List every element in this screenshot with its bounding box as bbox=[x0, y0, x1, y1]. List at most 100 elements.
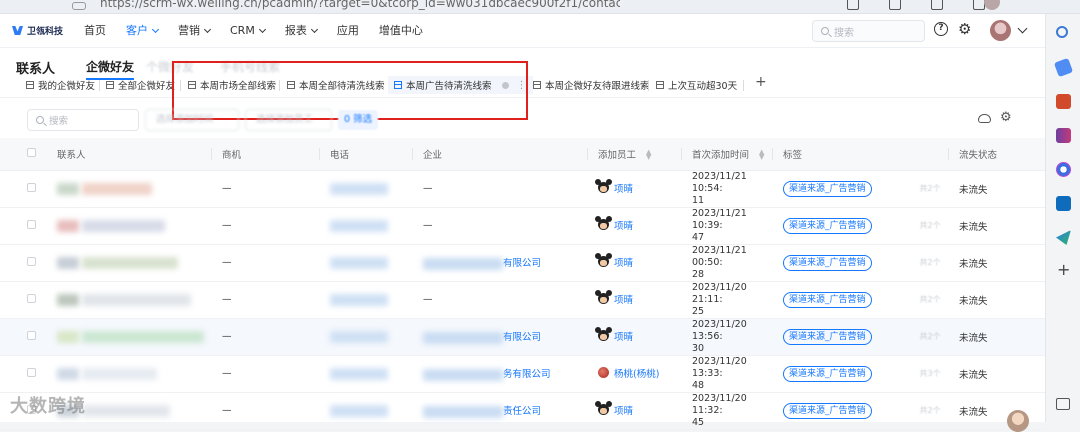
help-icon[interactable]: ? bbox=[934, 22, 948, 36]
staff-name[interactable]: 项晴 bbox=[614, 181, 633, 195]
search-icon[interactable] bbox=[1056, 26, 1068, 38]
add-view-icon[interactable]: + bbox=[755, 74, 767, 90]
nav-value-added[interactable]: 增值中心 bbox=[369, 14, 433, 48]
col-staff[interactable]: 添加员工 ▲ ▼ bbox=[588, 138, 682, 171]
staff-cell[interactable]: 项晴 bbox=[588, 244, 682, 282]
staff-cell[interactable]: 项晴 bbox=[588, 281, 682, 319]
user-avatar[interactable] bbox=[990, 20, 1011, 41]
col-first-add-time[interactable]: 首次添加时间 ▲ ▼ bbox=[682, 138, 773, 171]
top-navigation: 卫瓴科技 首页 客户 营销 CRM 报表 应用 增值中心 搜索 ? ⚙ bbox=[0, 14, 1045, 48]
nav-apps[interactable]: 应用 bbox=[327, 14, 369, 48]
brand-logo[interactable]: 卫瓴科技 bbox=[12, 24, 72, 37]
staff-name[interactable]: 项晴 bbox=[614, 403, 633, 417]
view-tab-my-friends[interactable]: 我的企微好友 bbox=[26, 76, 95, 94]
add-time-select[interactable]: 选择添加时间 bbox=[145, 109, 239, 131]
settings-gear-icon[interactable]: ⚙ bbox=[958, 21, 971, 37]
table-row[interactable]: — 有限公司 项晴 2023/11/20 13:56: 30 渠道来源_广告营销 共… bbox=[0, 318, 1045, 356]
select-all-checkbox[interactable] bbox=[27, 147, 36, 157]
contact-cell[interactable] bbox=[47, 318, 212, 356]
global-search-input[interactable]: 搜索 bbox=[812, 20, 925, 42]
contact-cell[interactable] bbox=[47, 207, 212, 245]
staff-name[interactable]: 项晴 bbox=[614, 292, 633, 306]
sort-icon[interactable]: ▲ ▼ bbox=[646, 149, 651, 161]
tag-badge[interactable]: 渠道来源_广告营销 bbox=[783, 291, 872, 308]
row-checkbox[interactable] bbox=[27, 367, 36, 377]
staff-name[interactable]: 项晴 bbox=[614, 329, 633, 343]
select-all-cell[interactable] bbox=[0, 138, 47, 171]
toolbox-icon[interactable] bbox=[1056, 94, 1071, 109]
tag-badge[interactable]: 渠道来源_广告营销 bbox=[783, 254, 872, 271]
row-select-cell[interactable] bbox=[0, 170, 47, 208]
staff-cell[interactable]: 项晴 bbox=[588, 318, 682, 356]
nav-marketing[interactable]: 营销 bbox=[168, 14, 220, 48]
table-row[interactable]: — — 项晴 2023/11/21 10:39: 47 渠道来源_广告营销 共2个 … bbox=[0, 207, 1045, 245]
copilot-icon[interactable] bbox=[1056, 162, 1071, 177]
staff-cell[interactable]: 项晴 bbox=[588, 392, 682, 430]
table-row[interactable]: — — 项晴 2023/11/20 21:11: 25 渠道来源_广告营销 共2个 … bbox=[0, 281, 1045, 319]
favorites-icon[interactable] bbox=[931, 0, 943, 10]
first-add-time-cell: 2023/11/21 00:50: 28 bbox=[682, 244, 773, 282]
company-suffix[interactable]: 有限公司 bbox=[503, 332, 541, 343]
nav-crm[interactable]: CRM bbox=[220, 14, 275, 48]
row-select-cell[interactable] bbox=[0, 281, 47, 319]
download-cloud-icon[interactable] bbox=[978, 114, 991, 123]
table-row[interactable]: — — 项晴 2023/11/21 10:54: 11 渠道来源_广告营销 共2个 … bbox=[0, 170, 1045, 208]
staff-name[interactable]: 项晴 bbox=[614, 218, 633, 232]
contact-avatar-redacted bbox=[57, 330, 79, 343]
row-select-cell[interactable] bbox=[0, 318, 47, 356]
staff-name[interactable]: 杨桃(杨桃) bbox=[614, 366, 659, 380]
staff-cell[interactable]: 杨桃(杨桃) bbox=[588, 355, 682, 393]
screenshot-icon[interactable] bbox=[1056, 398, 1070, 410]
staff-select[interactable]: 选择添加员工 bbox=[245, 109, 332, 131]
view-tab-all-friends[interactable]: 全部企微好友 bbox=[106, 76, 175, 94]
tag-badge[interactable]: 渠道来源_广告营销 bbox=[783, 365, 872, 382]
nav-home[interactable]: 首页 bbox=[74, 14, 116, 48]
row-checkbox[interactable] bbox=[27, 330, 36, 340]
view-tab-weekly-followup[interactable]: 本周企微好友待跟进线索 bbox=[533, 76, 650, 94]
company-suffix[interactable]: 责任公司 bbox=[503, 406, 541, 417]
tab-info-icon[interactable] bbox=[72, 2, 86, 10]
contact-cell[interactable] bbox=[47, 281, 212, 319]
send-icon[interactable] bbox=[1056, 230, 1071, 245]
persona-icon[interactable] bbox=[1056, 128, 1071, 143]
extensions-icon[interactable] bbox=[847, 0, 859, 10]
row-checkbox[interactable] bbox=[27, 182, 36, 192]
company-suffix[interactable]: 有限公司 bbox=[503, 258, 541, 269]
tag-badge[interactable]: 渠道来源_广告营销 bbox=[783, 402, 872, 419]
table-row[interactable]: — 责任公司 项晴 2023/11/20 11:32: 45 渠道来源_广告营销 共… bbox=[0, 392, 1045, 430]
tag-icon[interactable] bbox=[1053, 57, 1074, 78]
row-checkbox[interactable] bbox=[27, 256, 36, 266]
contact-cell[interactable] bbox=[47, 355, 212, 393]
assistant-avatar[interactable] bbox=[1007, 410, 1029, 432]
chevron-down-icon[interactable] bbox=[1017, 23, 1028, 34]
nav-customers[interactable]: 客户 bbox=[116, 14, 168, 48]
table-row[interactable]: — 务有限公司 杨桃(杨桃) 2023/11/20 13:33: 48 渠道来源_… bbox=[0, 355, 1045, 393]
nav-reports[interactable]: 报表 bbox=[275, 14, 327, 48]
filter-button[interactable]: 0 筛选 bbox=[338, 110, 379, 130]
view-tab-no-interaction-30d[interactable]: 上次互动超30天 bbox=[656, 76, 737, 94]
row-select-cell[interactable] bbox=[0, 207, 47, 245]
staff-cell[interactable]: 项晴 bbox=[588, 207, 682, 245]
tag-count: 共2个 bbox=[919, 331, 941, 341]
tag-badge[interactable]: 渠道来源_广告营销 bbox=[783, 180, 872, 197]
staff-name[interactable]: 项晴 bbox=[614, 255, 633, 269]
row-checkbox[interactable] bbox=[27, 293, 36, 303]
company-suffix[interactable]: 务有限公司 bbox=[503, 369, 551, 380]
split-screen-icon[interactable] bbox=[889, 0, 901, 10]
tag-badge[interactable]: 渠道来源_广告营销 bbox=[783, 328, 872, 345]
staff-cell[interactable]: 项晴 bbox=[588, 170, 682, 208]
add-sidebar-icon[interactable]: + bbox=[1057, 260, 1070, 279]
row-checkbox[interactable] bbox=[27, 219, 36, 229]
sort-icon[interactable]: ▲ ▼ bbox=[759, 149, 764, 161]
contact-cell[interactable] bbox=[47, 244, 212, 282]
profile-avatar[interactable] bbox=[984, 0, 1000, 10]
address-bar[interactable]: https://scrm-wx.weiling.cn/pcadmin/?targ… bbox=[100, 0, 620, 10]
contact-cell[interactable] bbox=[47, 170, 212, 208]
tag-badge[interactable]: 渠道来源_广告营销 bbox=[783, 217, 872, 234]
row-select-cell[interactable] bbox=[0, 244, 47, 282]
table-row[interactable]: — 有限公司 项晴 2023/11/21 00:50: 28 渠道来源_广告营销 共… bbox=[0, 244, 1045, 282]
outlook-icon[interactable] bbox=[1056, 196, 1071, 211]
row-select-cell[interactable] bbox=[0, 355, 47, 393]
column-settings-icon[interactable]: ⚙ bbox=[1000, 110, 1012, 125]
contact-search-input[interactable]: 搜索 bbox=[27, 109, 139, 131]
